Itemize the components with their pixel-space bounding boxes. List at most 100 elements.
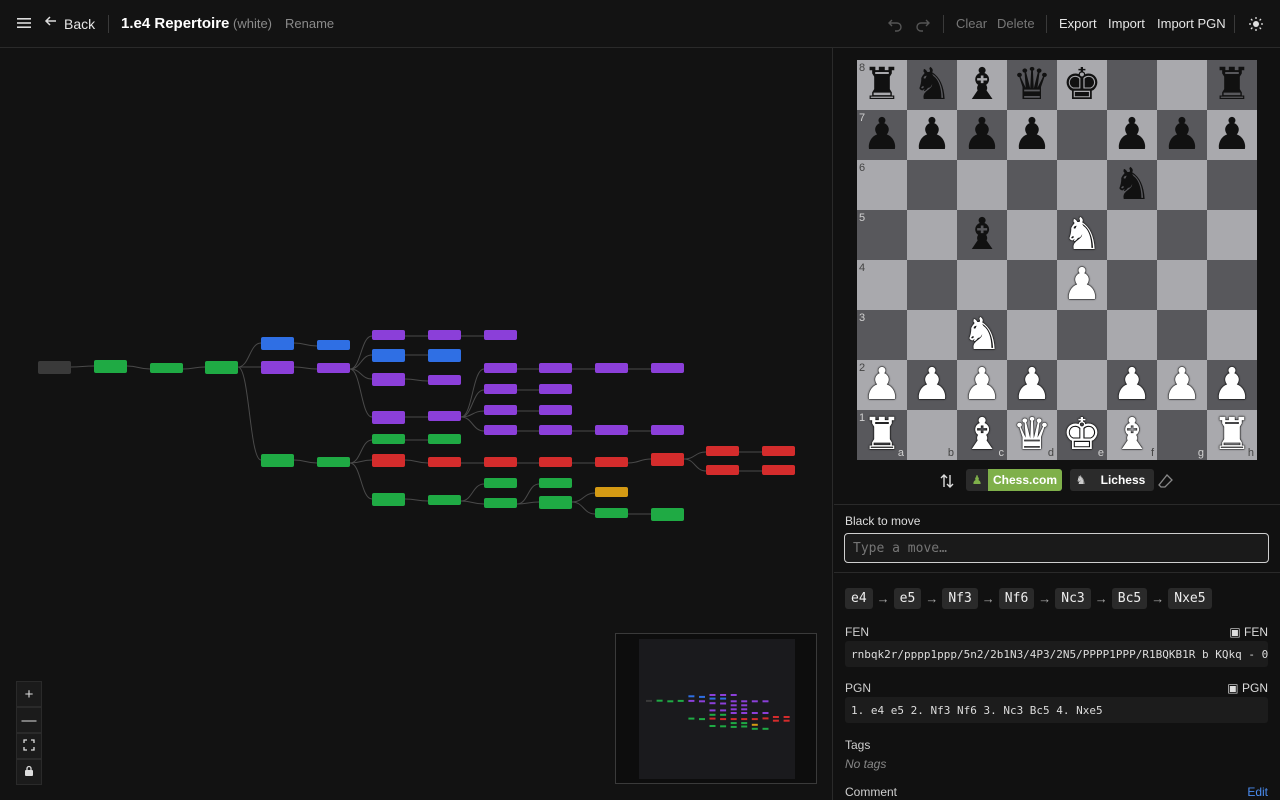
board-square[interactable]: g (1157, 410, 1207, 460)
board-square[interactable]: 4 (857, 260, 907, 310)
board-square[interactable] (1157, 310, 1207, 360)
move-node[interactable] (595, 487, 628, 497)
black-bishop-icon[interactable]: ♝ (962, 60, 1001, 110)
board-square[interactable]: c ♝ (957, 410, 1007, 460)
board-square[interactable] (1157, 160, 1207, 210)
pgn-value[interactable]: 1. e4 e5 2. Nf3 Nf6 3. Nc3 Bc5 4. Nxe5 (845, 697, 1268, 723)
move-node[interactable] (651, 508, 684, 521)
move-node[interactable] (539, 478, 572, 488)
move-node[interactable] (539, 496, 572, 509)
lock-button[interactable] (16, 759, 42, 785)
copy-pgn-button[interactable]: ▣ PGN (1227, 681, 1268, 695)
copy-fen-button[interactable]: ▣ FEN (1229, 625, 1268, 639)
board-square[interactable]: ♟ (1007, 360, 1057, 410)
move-node[interactable] (261, 454, 294, 467)
board-square[interactable]: ♚ (1057, 60, 1107, 110)
move-node[interactable] (651, 425, 684, 435)
move-node[interactable] (261, 361, 294, 374)
black-pawn-icon[interactable]: ♟ (1162, 110, 1201, 160)
zoom-out-button[interactable]: — (16, 707, 42, 733)
board-square[interactable]: 7 ♟ (857, 110, 907, 160)
board-square[interactable] (1157, 60, 1207, 110)
board-square[interactable]: ♜ (1207, 60, 1257, 110)
board-square[interactable]: 6 (857, 160, 907, 210)
move-node[interactable] (372, 373, 405, 386)
theme-toggle-icon[interactable] (1248, 16, 1264, 37)
move-node[interactable] (428, 457, 461, 467)
board-square[interactable] (1107, 60, 1157, 110)
board-square[interactable]: ♟ (1207, 360, 1257, 410)
rename-button[interactable]: Rename (285, 16, 334, 31)
white-pawn-icon[interactable]: ♟ (1062, 260, 1101, 310)
board-square[interactable] (1207, 160, 1257, 210)
export-button[interactable]: Export (1059, 16, 1097, 31)
import-pgn-button[interactable]: Import PGN (1157, 16, 1226, 31)
white-pawn-icon[interactable]: ♟ (1012, 360, 1051, 410)
edit-comment-button[interactable]: Edit (1247, 785, 1268, 799)
move-node[interactable] (372, 493, 405, 506)
back-button[interactable]: Back (44, 14, 95, 33)
move-node[interactable] (484, 405, 517, 415)
move-node[interactable] (595, 508, 628, 518)
board-square[interactable] (907, 260, 957, 310)
move-node[interactable] (651, 453, 684, 466)
move-chip[interactable]: e5 (893, 588, 922, 609)
board-square[interactable]: 3 (857, 310, 907, 360)
lichess-button[interactable]: ♞ Lichess (1070, 469, 1154, 491)
chesscom-button[interactable]: ♟ Chess.com (966, 469, 1062, 491)
board-square[interactable]: ♟ (957, 110, 1007, 160)
move-node[interactable] (372, 411, 405, 424)
move-node[interactable] (94, 360, 127, 373)
undo-icon[interactable] (887, 16, 903, 37)
move-node[interactable] (762, 446, 795, 456)
move-chip[interactable]: Bc5 (1111, 588, 1148, 609)
move-node[interactable] (484, 384, 517, 394)
flip-board-icon[interactable] (939, 473, 955, 494)
board-square[interactable]: ♟ (907, 110, 957, 160)
board-square[interactable]: ♟ (1207, 110, 1257, 160)
white-pawn-icon[interactable]: ♟ (912, 360, 951, 410)
white-bishop-icon[interactable]: ♝ (962, 410, 1001, 460)
board-square[interactable]: ♞ (1057, 210, 1107, 260)
board-square[interactable]: ♞ (957, 310, 1007, 360)
board-square[interactable]: h ♜ (1207, 410, 1257, 460)
board-square[interactable] (1207, 260, 1257, 310)
board-square[interactable]: f ♝ (1107, 410, 1157, 460)
move-node[interactable] (706, 465, 739, 475)
move-node[interactable] (372, 330, 405, 340)
black-pawn-icon[interactable]: ♟ (862, 110, 901, 160)
board-square[interactable]: b (907, 410, 957, 460)
move-node[interactable] (595, 457, 628, 467)
chess-board[interactable]: 8 ♜ ♞ ♝ ♛ ♚ ♜ 7 ♟ ♟ ♟ ♟ ♟ ♟ ♟ 6 ♞ 5 ♝ ♞ 4 ♟ 3 ♞ 2 ♟ ♟ ♟ ♟ ♟ ♟ ♟ 1 a ♜ b c ♝ d ♛… (857, 60, 1257, 460)
fen-value[interactable]: rnbqk2r/pppp1ppp/5n2/2b1N3/4P3/2N5/PPPP1… (845, 641, 1268, 667)
white-king-icon[interactable]: ♚ (1062, 410, 1101, 460)
black-pawn-icon[interactable]: ♟ (1212, 110, 1251, 160)
move-node[interactable] (261, 337, 294, 350)
board-square[interactable]: 8 ♜ (857, 60, 907, 110)
board-square[interactable]: ♟ (907, 360, 957, 410)
move-node[interactable] (428, 375, 461, 385)
white-bishop-icon[interactable]: ♝ (1112, 410, 1151, 460)
move-node[interactable] (539, 425, 572, 435)
fit-view-button[interactable] (16, 733, 42, 759)
board-square[interactable]: ♟ (1157, 360, 1207, 410)
move-chip[interactable]: Nc3 (1055, 588, 1091, 609)
move-node[interactable] (428, 411, 461, 421)
move-input[interactable] (844, 533, 1269, 563)
board-square[interactable] (907, 310, 957, 360)
board-square[interactable] (1107, 210, 1157, 260)
board-square[interactable] (907, 210, 957, 260)
white-knight-icon[interactable]: ♞ (962, 310, 1001, 360)
minimap[interactable] (615, 633, 817, 784)
board-square[interactable]: ♟ (1107, 110, 1157, 160)
delete-button[interactable]: Delete (997, 16, 1035, 31)
move-node[interactable] (317, 457, 350, 467)
move-node[interactable] (317, 340, 350, 350)
board-square[interactable]: 5 (857, 210, 907, 260)
move-node[interactable] (539, 405, 572, 415)
move-chip[interactable]: Nf6 (998, 588, 1035, 609)
board-square[interactable] (1107, 260, 1157, 310)
board-square[interactable]: ♞ (907, 60, 957, 110)
move-node[interactable] (150, 363, 183, 373)
move-node[interactable] (484, 498, 517, 508)
